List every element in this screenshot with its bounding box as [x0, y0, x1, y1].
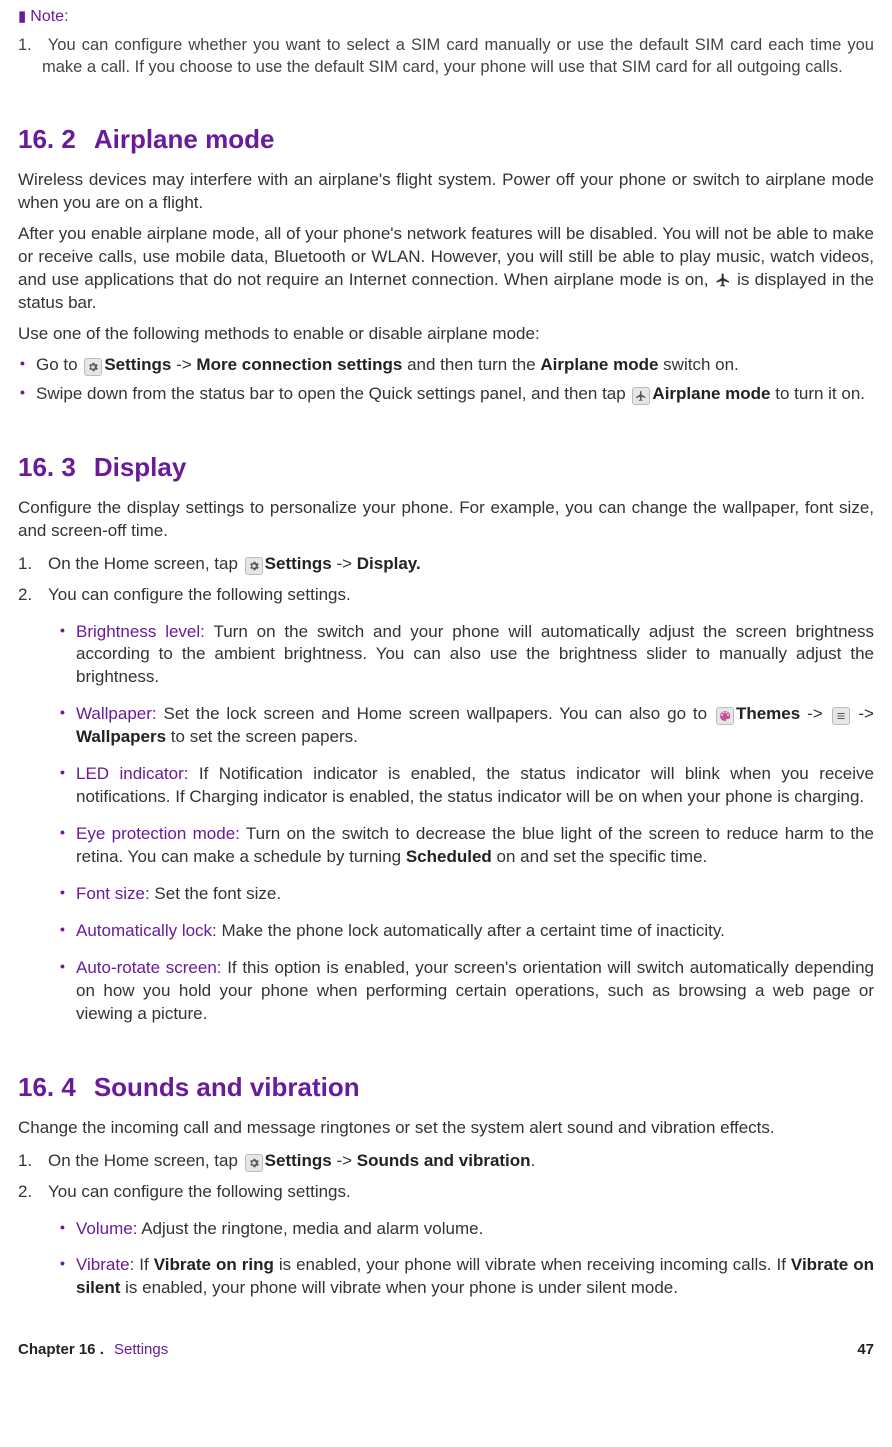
ordered-list: 1. On the Home screen, tap Settings -> D… — [18, 553, 874, 1026]
paragraph: After you enable airplane mode, all of y… — [18, 223, 874, 315]
list-item: Brightness level: Turn on the switch and… — [58, 621, 874, 690]
note-text: You can configure whether you want to se… — [42, 36, 874, 76]
section-number: 16. 3 — [18, 452, 76, 482]
step-number: 2. — [18, 1181, 32, 1204]
bullet-list: Go to Settings -> More connection settin… — [18, 354, 874, 406]
paragraph: Wireless devices may interfere with an a… — [18, 169, 874, 215]
section-title: Airplane mode — [94, 124, 275, 154]
settings-icon — [84, 358, 102, 376]
section-heading-display: 16. 3 Display — [18, 450, 874, 485]
list-item: 2. You can configure the following setti… — [18, 584, 874, 1026]
footer-left: Chapter 16 . Settings — [18, 1340, 168, 1360]
list-item: Volume: Adjust the ringtone, media and a… — [58, 1218, 874, 1241]
note-label: Note: — [30, 6, 68, 28]
ordered-list: 1. On the Home screen, tap Settings -> S… — [18, 1150, 874, 1301]
list-item: 1. On the Home screen, tap Settings -> D… — [18, 553, 874, 576]
airplane-icon — [632, 387, 650, 405]
paragraph: Configure the display settings to person… — [18, 497, 874, 543]
section-number: 16. 2 — [18, 124, 76, 154]
paragraph: Use one of the following methods to enab… — [18, 323, 874, 346]
note-header: ▮ Note: — [18, 0, 874, 28]
chapter-label: Chapter 16 . — [18, 1341, 104, 1358]
list-item: Automatically lock: Make the phone lock … — [58, 920, 874, 943]
list-item: LED indicator: If Notification indicator… — [58, 763, 874, 809]
bookmark-icon: ▮ — [18, 7, 26, 27]
list-item: 1. On the Home screen, tap Settings -> S… — [18, 1150, 874, 1173]
menu-icon — [832, 707, 850, 725]
list-item: Eye protection mode: Turn on the switch … — [58, 823, 874, 869]
list-item: 2. You can configure the following setti… — [18, 1181, 874, 1301]
themes-icon — [716, 707, 734, 725]
list-item: Wallpaper: Set the lock screen and Home … — [58, 703, 874, 749]
note-item: 1. You can configure whether you want to… — [18, 34, 874, 79]
sub-list: Volume: Adjust the ringtone, media and a… — [48, 1218, 874, 1301]
section-heading-airplane: 16. 2 Airplane mode — [18, 122, 874, 157]
step-number: 1. — [18, 553, 32, 576]
page-footer: Chapter 16 . Settings 47 — [18, 1340, 874, 1360]
sub-list: Brightness level: Turn on the switch and… — [48, 621, 874, 1026]
settings-icon — [245, 1154, 263, 1172]
list-item: Font size: Set the font size. — [58, 883, 874, 906]
settings-icon — [245, 557, 263, 575]
section-title: Display — [94, 452, 187, 482]
step-number: 2. — [18, 584, 32, 607]
list-item: Vibrate: If Vibrate on ring is enabled, … — [58, 1254, 874, 1300]
note-number: 1. — [18, 34, 42, 56]
page-number: 47 — [857, 1340, 874, 1360]
list-item: Auto-rotate screen: If this option is en… — [58, 957, 874, 1026]
airplane-icon — [714, 271, 732, 289]
section-title: Sounds and vibration — [94, 1072, 360, 1102]
list-item: Go to Settings -> More connection settin… — [18, 354, 874, 377]
list-item: Swipe down from the status bar to open t… — [18, 383, 874, 406]
step-number: 1. — [18, 1150, 32, 1173]
paragraph: Change the incoming call and message rin… — [18, 1117, 874, 1140]
section-number: 16. 4 — [18, 1072, 76, 1102]
chapter-name: Settings — [114, 1341, 168, 1358]
section-heading-sounds: 16. 4 Sounds and vibration — [18, 1070, 874, 1105]
